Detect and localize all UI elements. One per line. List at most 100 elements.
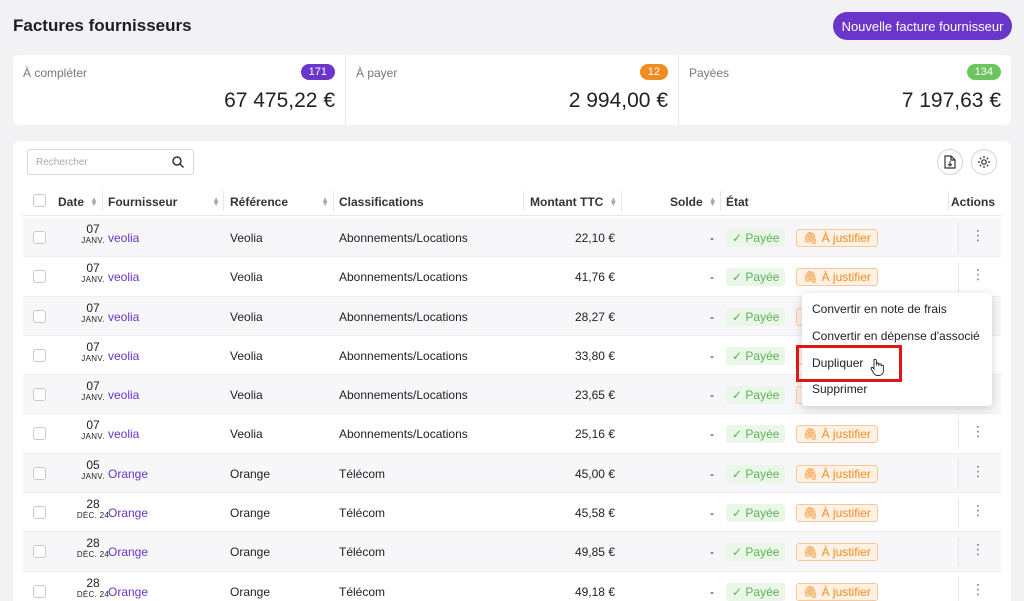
row-checkbox[interactable]	[33, 427, 46, 441]
status-label: Payée	[745, 506, 780, 521]
export-button[interactable]	[937, 149, 963, 175]
supplier-link[interactable]: veolia	[108, 270, 139, 284]
supplier-link[interactable]: veolia	[108, 388, 139, 402]
table-row[interactable]: 05 JANV. Orange Orange Télécom 45,00 € - ✓ Payé…	[23, 453, 1001, 494]
summary-card-to-complete[interactable]: À compléter 171 67 475,22 €	[13, 55, 346, 125]
supplier-link[interactable]: veolia	[108, 231, 139, 245]
more-actions-icon[interactable]: ⋮	[971, 227, 985, 244]
paperclip-icon: 🖇	[803, 231, 822, 245]
divider	[523, 191, 524, 211]
divider	[958, 537, 959, 568]
to-justify-badge[interactable]: 🖇 À justifier	[796, 464, 878, 483]
reference-cell: Orange	[230, 584, 271, 599]
summary-card-paid[interactable]: Payées 134 7 197,63 €	[679, 55, 1011, 125]
classification-cell: Abonnements/Locations	[339, 270, 468, 285]
to-justify-badge[interactable]: 🖇 À justifier	[796, 229, 878, 247]
status-label: Payée	[745, 388, 780, 403]
check-icon: ✓	[732, 584, 746, 599]
supplier-link[interactable]: veolia	[108, 349, 139, 363]
table-row[interactable]: 28 DÉC. 24 Orange Orange Télécom 49,18 € - ✓ Pa…	[23, 572, 1001, 601]
check-icon: ✓	[732, 427, 746, 442]
row-checkbox[interactable]	[33, 270, 46, 284]
row-checkbox[interactable]	[33, 584, 46, 598]
sort-icon: ▲ ▼	[321, 195, 329, 208]
status-paid-badge: ✓ Payée	[726, 386, 786, 405]
to-justify-badge[interactable]: 🖇 À justifier	[796, 504, 878, 523]
more-actions-icon[interactable]: ⋮	[971, 423, 985, 440]
column-label: Solde	[670, 195, 703, 209]
table-row[interactable]: 07 JANV. veolia Veolia Abonnements/Locations…	[23, 414, 1001, 454]
to-justify-badge[interactable]: 🖇 À justifier	[796, 543, 878, 562]
supplier-link[interactable]: veolia	[108, 427, 139, 441]
more-actions-icon[interactable]: ⋮	[971, 541, 985, 558]
settings-button[interactable]	[971, 149, 997, 175]
table-row[interactable]: 07 JANV. veolia Veolia Abonnements/Locations…	[23, 218, 1001, 258]
table-row[interactable]: 07 JANV. veolia Veolia Abonnements/Locations…	[23, 257, 1001, 297]
column-label: Date	[58, 195, 85, 209]
balance-cell: -	[710, 388, 714, 403]
menu-item-convert-expense-note[interactable]: Convertir en note de frais	[812, 302, 947, 316]
reference-cell: Veolia	[230, 427, 263, 442]
more-actions-icon[interactable]: ⋮	[971, 463, 985, 480]
menu-item-delete[interactable]: Supprimer	[812, 382, 867, 396]
search-input[interactable]	[36, 150, 166, 174]
more-actions-icon[interactable]: ⋮	[971, 266, 985, 283]
classification-cell: Abonnements/Locations	[339, 309, 468, 324]
to-justify-badge[interactable]: 🖇 À justifier	[796, 582, 878, 601]
card-label: À payer	[356, 66, 398, 80]
menu-item-convert-partner-expense[interactable]: Convertir en dépense d'associé	[812, 329, 980, 343]
to-justify-badge[interactable]: 🖇 À justifier	[796, 425, 878, 444]
row-checkbox[interactable]	[33, 466, 46, 480]
status-label: À justifier	[821, 506, 871, 521]
row-checkbox[interactable]	[33, 545, 46, 559]
summary-card-to-pay[interactable]: À payer 12 2 994,00 €	[346, 55, 679, 125]
search-icon[interactable]	[171, 155, 185, 169]
column-date[interactable]: Date ▲ ▼	[58, 195, 98, 209]
table-header: Date ▲ ▼ Fournisseur ▲ ▼ Référence ▲ ▼ Clas…	[23, 188, 1001, 216]
column-supplier[interactable]: Fournisseur ▲ ▼	[108, 195, 220, 209]
status-label: À justifier	[821, 466, 871, 481]
row-checkbox[interactable]	[33, 309, 46, 323]
classification-cell: Télécom	[339, 545, 386, 560]
column-amount[interactable]: Montant TTC ▲ ▼	[530, 195, 617, 209]
amount-cell: 49,85 €	[574, 545, 615, 560]
more-actions-icon[interactable]: ⋮	[971, 581, 985, 598]
check-icon: ✓	[732, 388, 746, 403]
column-balance[interactable]: Solde ▲ ▼	[670, 195, 717, 209]
supplier-link[interactable]: veolia	[108, 310, 139, 324]
check-icon: ✓	[732, 231, 746, 245]
classification-cell: Télécom	[339, 466, 386, 481]
to-justify-badge[interactable]: 🖇 À justifier	[796, 268, 878, 287]
reference-cell: Veolia	[230, 388, 263, 403]
supplier-link[interactable]: Orange	[108, 545, 148, 559]
select-all-checkbox[interactable]	[33, 194, 46, 207]
check-icon: ✓	[732, 348, 746, 363]
new-supplier-invoice-button[interactable]: Nouvelle facture fournisseur	[833, 12, 1012, 40]
supplier-link[interactable]: Orange	[108, 467, 148, 481]
row-checkbox[interactable]	[33, 231, 46, 244]
top-bar: Factures fournisseurs Nouvelle facture f…	[0, 0, 1024, 52]
status-label: Payée	[745, 270, 780, 285]
supplier-link[interactable]: Orange	[108, 585, 148, 599]
status-label: Payée	[745, 309, 780, 324]
balance-cell: -	[710, 506, 714, 521]
status-label: Payée	[745, 348, 780, 363]
column-label: Montant TTC	[530, 195, 604, 209]
reference-cell: Orange	[230, 506, 271, 521]
more-actions-icon[interactable]: ⋮	[971, 502, 985, 519]
divider	[958, 419, 959, 450]
table-row[interactable]: 28 DÉC. 24 Orange Orange Télécom 49,85 € - ✓ Pa…	[23, 532, 1001, 572]
status-label: À justifier	[821, 584, 871, 599]
status-paid-badge: ✓ Payée	[726, 268, 786, 287]
reference-cell: Veolia	[230, 348, 263, 363]
row-checkbox[interactable]	[33, 506, 46, 520]
column-reference[interactable]: Référence ▲ ▼	[230, 195, 329, 209]
row-checkbox[interactable]	[33, 348, 46, 362]
balance-cell: -	[710, 348, 714, 363]
card-label: Payées	[689, 66, 730, 80]
divider	[948, 191, 949, 211]
supplier-link[interactable]: Orange	[108, 506, 148, 520]
row-checkbox[interactable]	[33, 388, 46, 402]
file-export-icon	[944, 155, 956, 169]
table-row[interactable]: 28 DÉC. 24 Orange Orange Télécom 45,58 € - ✓ Pa…	[23, 493, 1001, 533]
